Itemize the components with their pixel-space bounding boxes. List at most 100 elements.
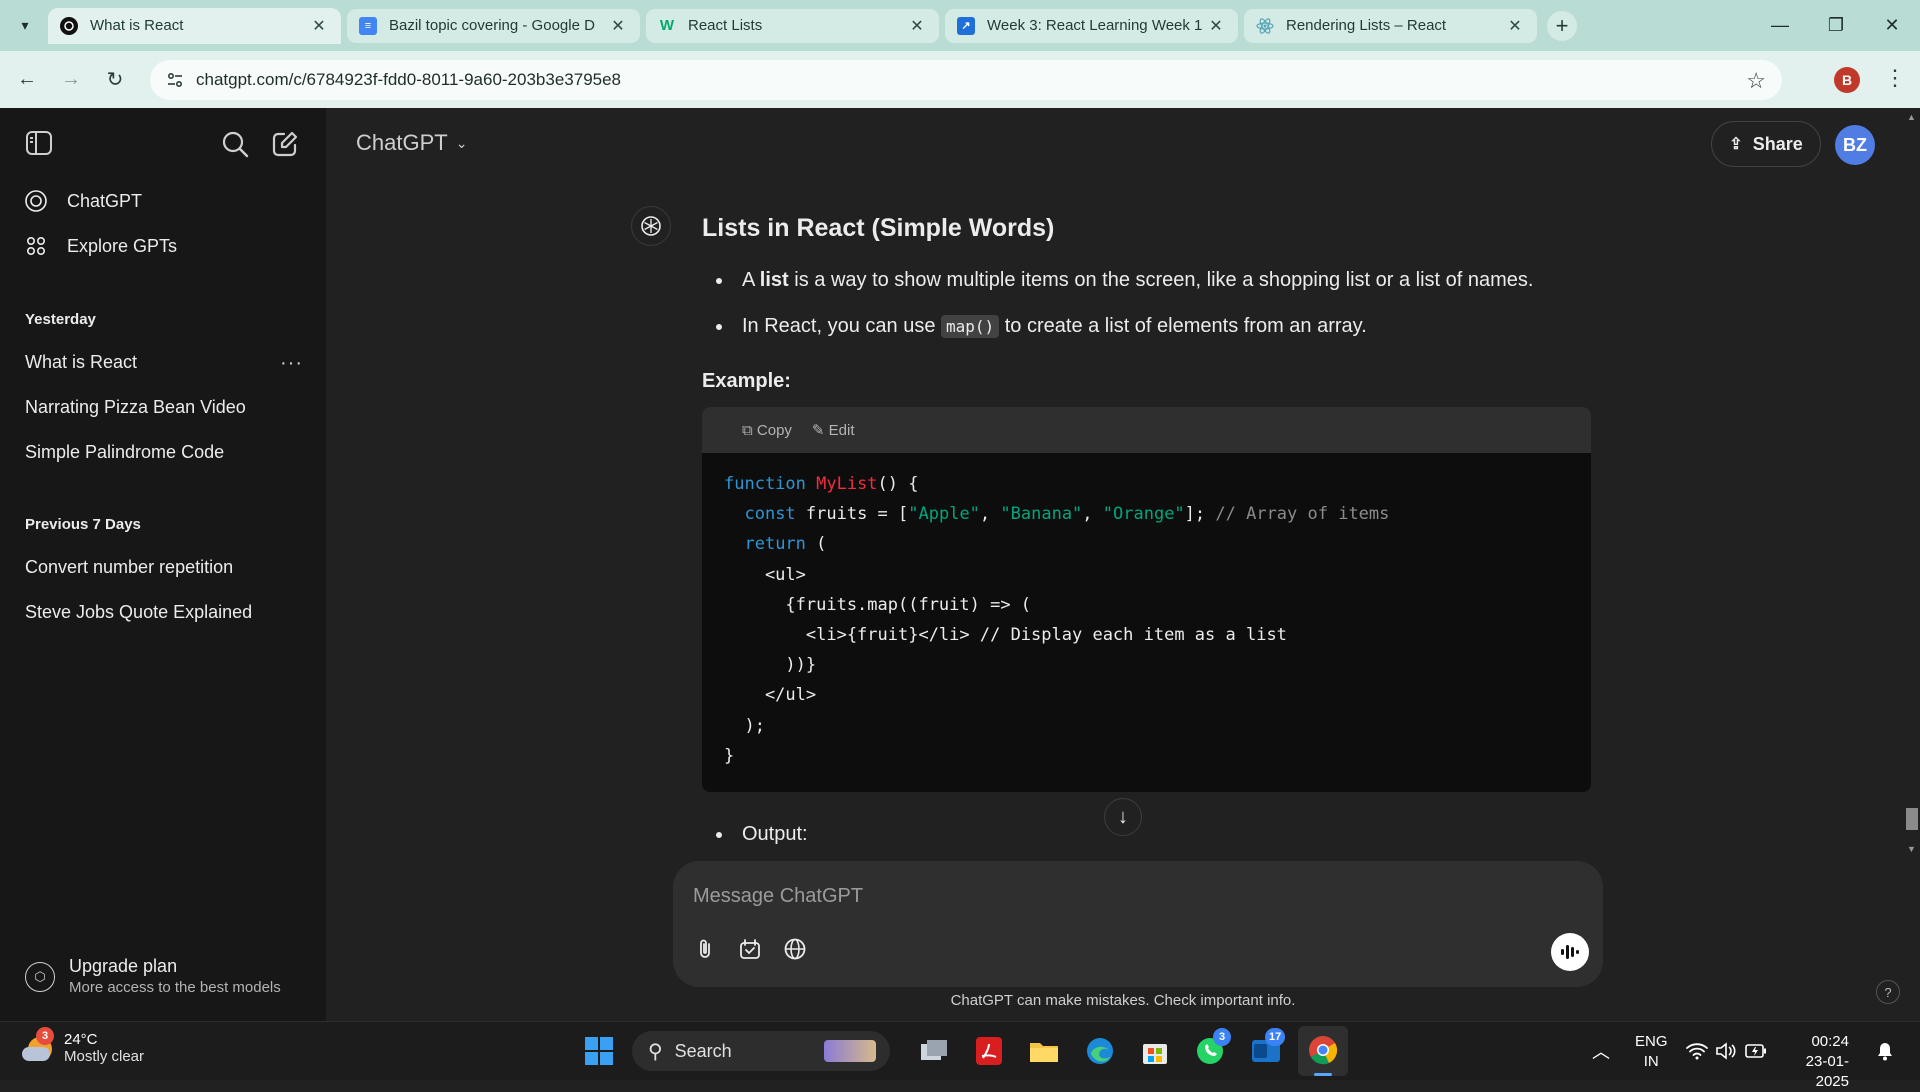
close-tab-icon[interactable]: ✕	[1505, 16, 1525, 36]
notification-bell-icon[interactable]	[1866, 1032, 1904, 1070]
taskbar-search-label: Search	[674, 1040, 732, 1061]
clock-date: 23-01-2025	[1805, 1053, 1849, 1090]
waveform-icon	[1561, 945, 1579, 959]
scrollbar-thumb[interactable]	[1906, 808, 1918, 830]
reload-icon[interactable]: ↻	[98, 63, 132, 97]
back-icon[interactable]: ←	[10, 63, 44, 97]
tab-google-docs[interactable]: ≡ Bazil topic covering - Google D ✕	[347, 8, 640, 43]
code-block: jsx ⧉ Copy ✎ Edit function MyList() { co…	[702, 407, 1591, 792]
system-clock[interactable]: 00:24 23-01-2025	[1785, 1032, 1849, 1092]
chrome-taskbar-button[interactable]	[1298, 1026, 1348, 1076]
tab-title: Rendering Lists – React	[1286, 17, 1447, 34]
help-button[interactable]: ?	[1876, 980, 1900, 1004]
forward-icon[interactable]: →	[54, 63, 88, 97]
arrow-down-icon: ↓	[1118, 805, 1128, 828]
bookmark-star-icon[interactable]: ☆	[1746, 68, 1766, 94]
upgrade-plan-button[interactable]: ⬡ Upgrade plan More access to the best m…	[25, 956, 281, 996]
chat-item-palindrome[interactable]: Simple Palindrome Code	[25, 442, 224, 463]
inline-code: map()	[941, 315, 1000, 338]
code-line: return (	[744, 534, 827, 555]
whatsapp-icon[interactable]: 3	[1191, 1028, 1231, 1070]
search-highlights-icon	[824, 1040, 876, 1062]
scroll-down-arrow-icon[interactable]: ▼	[1907, 844, 1916, 854]
site-info-icon[interactable]	[166, 71, 184, 89]
close-tab-icon[interactable]: ✕	[309, 16, 329, 36]
language-indicator[interactable]: ENG IN	[1635, 1032, 1668, 1072]
canvas-tools-icon[interactable]	[736, 935, 764, 963]
upgrade-icon: ⬡	[25, 962, 55, 992]
browser-menu-icon[interactable]: ⋮	[1884, 65, 1906, 91]
close-window-icon[interactable]: ✕	[1864, 0, 1920, 50]
sidebar-item-explore-gpts[interactable]: Explore GPTs	[25, 235, 177, 257]
chat-item-steve-jobs[interactable]: Steve Jobs Quote Explained	[25, 602, 252, 623]
code-line: ))}	[724, 655, 817, 676]
whatsapp-badge: 3	[1213, 1028, 1231, 1046]
pencil-icon: ✎	[811, 422, 829, 439]
address-bar[interactable]: chatgpt.com/c/6784923f-fdd0-8011-9a60-20…	[150, 60, 1782, 100]
attach-icon[interactable]	[691, 935, 719, 963]
sidebar-item-chatgpt[interactable]: ChatGPT	[25, 190, 142, 212]
file-explorer-icon[interactable]	[1025, 1032, 1063, 1070]
code-line: );	[724, 715, 765, 736]
tab-title: What is React	[90, 17, 184, 34]
chat-item-what-is-react[interactable]: What is React	[25, 352, 137, 373]
tab-what-is-react[interactable]: What is React ✕	[48, 7, 341, 44]
new-chat-icon[interactable]	[271, 130, 299, 163]
weather-condition: Mostly clear	[64, 1048, 145, 1065]
task-view-icon[interactable]	[915, 1032, 953, 1070]
tray-overflow-icon[interactable]: ︿	[1582, 1032, 1620, 1070]
close-tab-icon[interactable]: ✕	[907, 16, 927, 36]
battery-icon[interactable]	[1737, 1032, 1775, 1070]
tab-react-lists[interactable]: W React Lists ✕	[646, 8, 939, 43]
tab-rendering-lists[interactable]: Rendering Lists – React ✕	[1244, 8, 1537, 43]
weather-widget[interactable]: 3 24°C Mostly clear	[22, 1027, 145, 1065]
outlook-icon[interactable]: 17	[1247, 1028, 1286, 1070]
page-scrollbar[interactable]: ▲ ▼	[1903, 108, 1920, 1021]
copy-code-button[interactable]: ⧉ Copy	[742, 422, 792, 439]
scroll-to-bottom-button[interactable]: ↓	[1104, 798, 1142, 836]
close-tab-icon[interactable]: ✕	[608, 16, 628, 36]
section-heading-previous-7-days: Previous 7 Days	[25, 516, 141, 533]
user-avatar[interactable]: BZ	[1835, 125, 1875, 165]
assistant-avatar-icon	[631, 206, 671, 246]
model-selector[interactable]: ChatGPT ⌄	[356, 130, 467, 156]
search-icon[interactable]	[221, 130, 249, 163]
toggle-sidebar-icon[interactable]	[25, 130, 53, 161]
w3schools-icon: W	[659, 17, 675, 34]
voice-mode-button[interactable]	[1551, 933, 1589, 971]
tab-title: Bazil topic covering - Google D	[389, 17, 595, 34]
react-icon	[1256, 17, 1274, 35]
browser-toolbar: ← → ↻ chatgpt.com/c/6784923f-fdd0-8011-9…	[0, 51, 1920, 108]
tab-title: Week 3: React Learning Week 1	[987, 17, 1203, 34]
tab-search-chevron-icon[interactable]: ▾	[8, 9, 42, 43]
new-tab-button[interactable]: +	[1547, 10, 1577, 41]
weather-temp: 24°C	[64, 1031, 98, 1048]
chat-options-icon[interactable]: ···	[280, 352, 303, 375]
restore-icon[interactable]: ❐	[1808, 0, 1864, 50]
taskbar-search[interactable]: ⚲ Search	[632, 1031, 890, 1071]
share-label: Share	[1752, 133, 1803, 154]
code-line: function MyList() {	[724, 474, 919, 494]
code-block-header: jsx ⧉ Copy ✎ Edit	[702, 407, 1591, 453]
browser-profile-avatar[interactable]: B	[1834, 67, 1860, 93]
message-input[interactable]	[693, 879, 1553, 913]
minimize-icon[interactable]: —	[1752, 0, 1808, 50]
globe-icon[interactable]	[781, 935, 809, 963]
microsoft-store-icon[interactable]	[1136, 1032, 1174, 1070]
chat-item-convert-number[interactable]: Convert number repetition	[25, 557, 233, 578]
close-tab-icon[interactable]: ✕	[1206, 16, 1226, 36]
scroll-up-arrow-icon[interactable]: ▲	[1907, 112, 1916, 122]
upgrade-title: Upgrade plan	[69, 956, 178, 976]
model-name: ChatGPT	[356, 130, 448, 155]
edge-icon[interactable]	[1081, 1032, 1119, 1070]
bullet-list: A list is a way to show multiple items o…	[702, 257, 1592, 350]
sidebar: ChatGPT Explore GPTs Yesterday What is R…	[0, 108, 326, 1021]
edit-code-button[interactable]: ✎ Edit	[812, 421, 855, 439]
weather-badge: 3	[36, 1027, 54, 1045]
chat-item-narrating-pizza[interactable]: Narrating Pizza Bean Video	[25, 397, 246, 418]
share-button[interactable]: ⇪ Share	[1711, 121, 1821, 167]
acrobat-icon[interactable]	[970, 1032, 1008, 1070]
windows-start-icon[interactable]	[580, 1032, 618, 1070]
code-line: <li>{fruit}</li> // Display each item as…	[724, 625, 1287, 646]
tab-week3[interactable]: ↗ Week 3: React Learning Week 1 ✕	[945, 8, 1238, 43]
